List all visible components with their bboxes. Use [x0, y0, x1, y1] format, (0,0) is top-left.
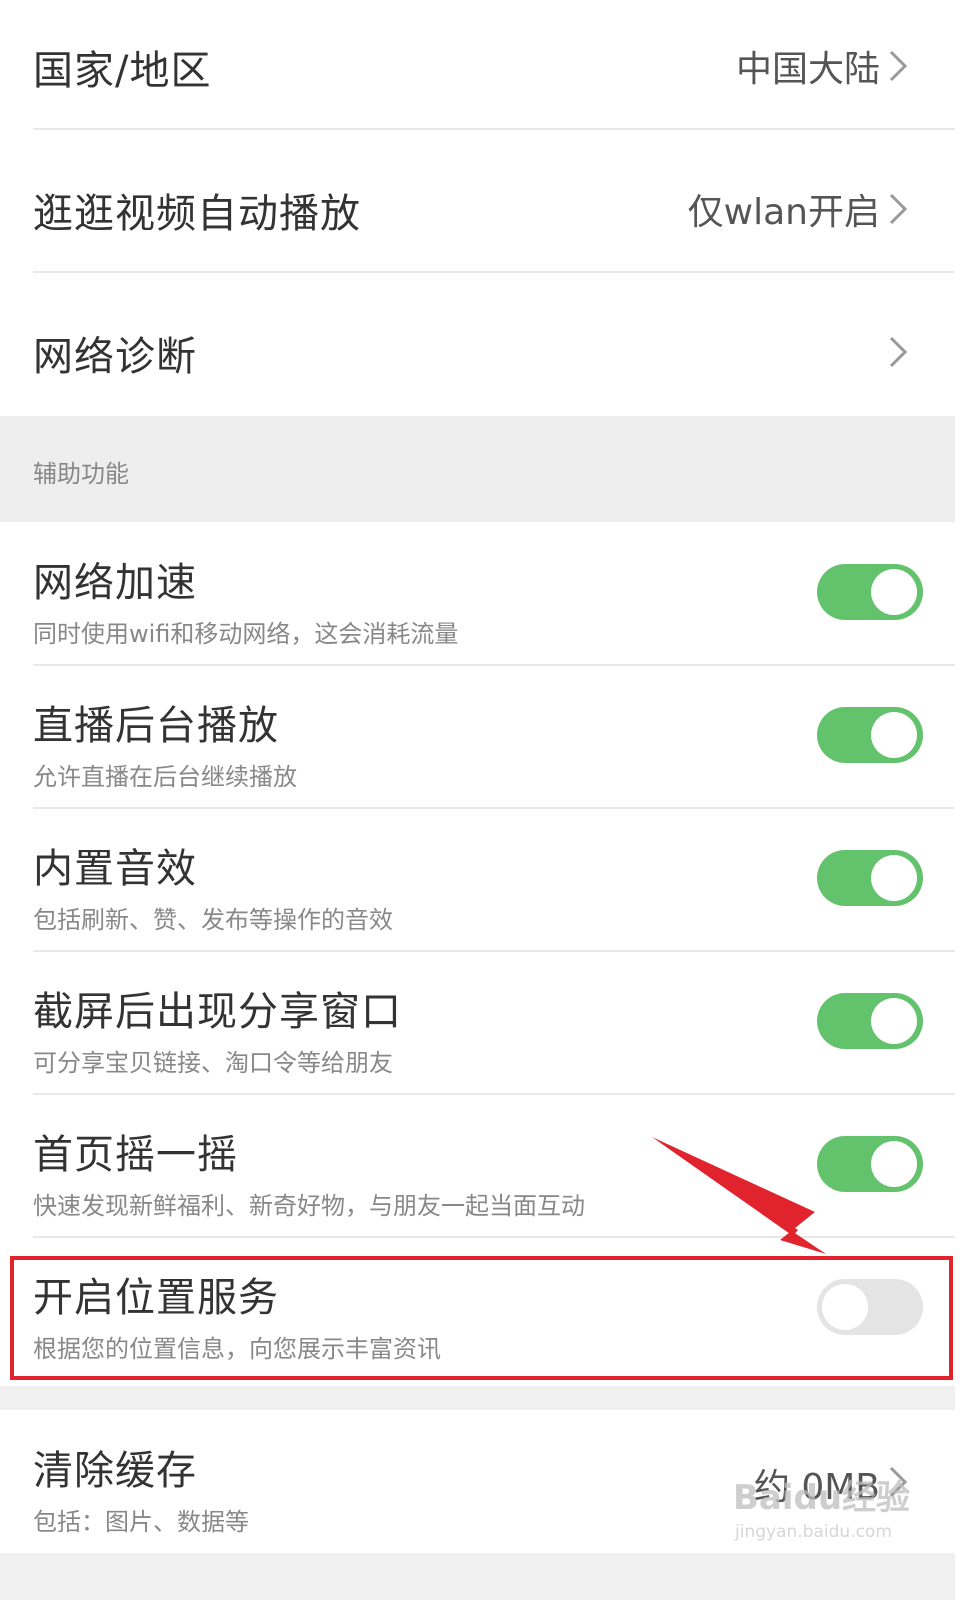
divider: [33, 128, 955, 130]
row-screenshot-share: 截屏后出现分享窗口 可分享宝贝链接、淘口令等给朋友: [0, 951, 955, 1094]
builtin-sound-toggle[interactable]: [817, 850, 923, 906]
row-label: 直播后台播放: [33, 703, 279, 749]
watermark-url: jingyan.baidu.com: [735, 1522, 892, 1542]
row-description: 同时使用wifi和移动网络，这会消耗流量: [33, 620, 459, 648]
row-description: 包括刷新、赞、发布等操作的音效: [33, 906, 393, 934]
toggle-knob: [871, 712, 917, 758]
row-label: 截屏后出现分享窗口: [33, 989, 402, 1035]
watermark-logo: Baidu经验: [733, 1478, 911, 1518]
section-header-accessibility: 辅助功能: [0, 416, 955, 522]
row-label: 清除缓存: [33, 1448, 197, 1494]
chevron-right-icon: [889, 193, 908, 225]
row-label: 首页摇一摇: [33, 1132, 238, 1178]
row-home-shake: 首页摇一摇 快速发现新鲜福利、新奇好物，与朋友一起当面互动: [0, 1094, 955, 1237]
toggle-knob: [871, 569, 917, 615]
screenshot-share-toggle[interactable]: [817, 993, 923, 1049]
toggle-knob: [871, 998, 917, 1044]
row-label: 网络加速: [33, 560, 197, 606]
row-label: 内置音效: [33, 846, 197, 892]
row-network-diagnosis[interactable]: 网络诊断: [0, 286, 955, 429]
row-value: 仅wlan开启: [687, 192, 880, 233]
row-label: 国家/地区: [33, 48, 212, 94]
toggle-knob: [871, 855, 917, 901]
general-settings-group: 国家/地区 中国大陆 逛逛视频自动播放 仅wlan开启 网络诊断: [0, 0, 955, 416]
row-builtin-sound: 内置音效 包括刷新、赞、发布等操作的音效: [0, 808, 955, 951]
chevron-right-icon: [889, 50, 908, 82]
chevron-right-icon: [889, 336, 908, 368]
divider: [33, 271, 955, 273]
row-description: 包括：图片、数据等: [33, 1508, 249, 1536]
home-shake-toggle[interactable]: [817, 1136, 923, 1192]
toggle-knob: [871, 1141, 917, 1187]
row-video-autoplay[interactable]: 逛逛视频自动播放 仅wlan开启: [0, 143, 955, 286]
row-network-acceleration: 网络加速 同时使用wifi和移动网络，这会消耗流量: [0, 522, 955, 665]
row-country-region[interactable]: 国家/地区 中国大陆: [0, 0, 955, 143]
row-label: 网络诊断: [33, 334, 197, 380]
row-label: 逛逛视频自动播放: [33, 191, 361, 237]
row-description: 允许直播在后台继续播放: [33, 763, 297, 791]
row-live-background-play: 直播后台播放 允许直播在后台继续播放: [0, 665, 955, 808]
row-value: 中国大陆: [735, 49, 880, 90]
row-description: 可分享宝贝链接、淘口令等给朋友: [33, 1049, 393, 1077]
highlight-box: [10, 1256, 953, 1380]
network-acceleration-toggle[interactable]: [817, 564, 923, 620]
section-title: 辅助功能: [33, 460, 129, 488]
live-background-play-toggle[interactable]: [817, 707, 923, 763]
row-description: 快速发现新鲜福利、新奇好物，与朋友一起当面互动: [33, 1192, 585, 1220]
right-edge: [955, 0, 975, 1600]
